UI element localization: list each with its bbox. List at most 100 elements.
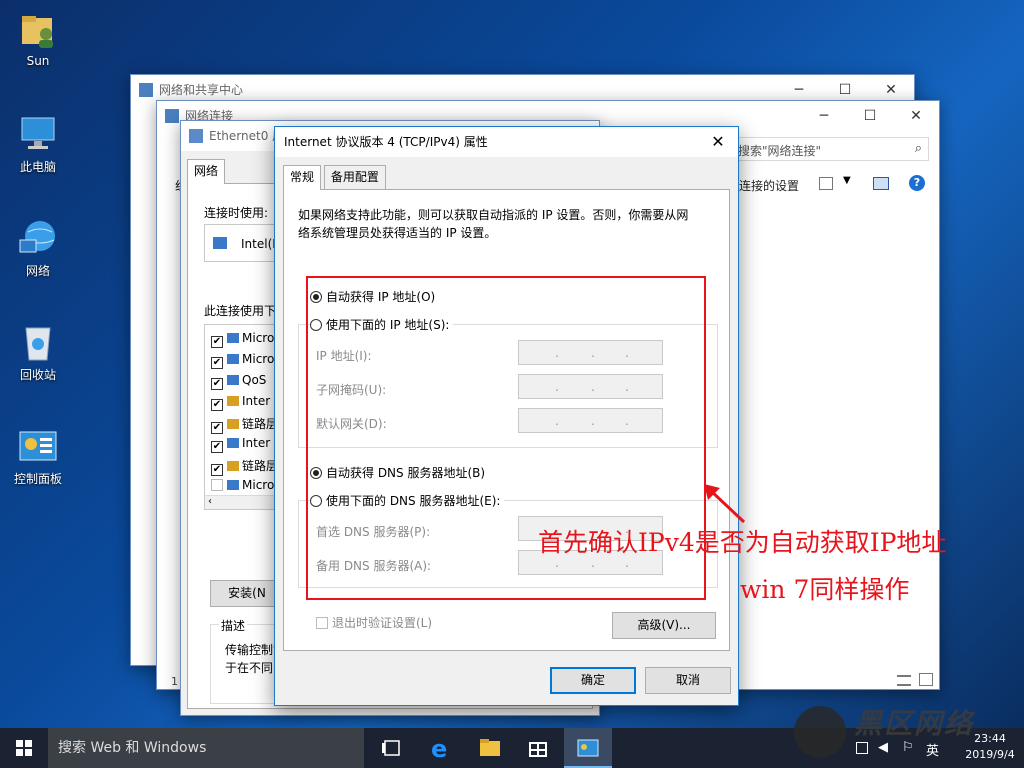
desktop-icon-label: 此电脑 xyxy=(19,160,56,174)
control-panel-icon xyxy=(577,739,599,757)
list-item[interactable]: ✔ Micro xyxy=(211,331,274,348)
items-list[interactable]: ✔ Micro ✔ Micro ✔ QoS ✔ Inter ✔ 链路层 ✔ Inter ✔ 链… xyxy=(204,324,284,510)
cancel-button[interactable]: 取消 xyxy=(645,667,731,694)
description-label: 描述 xyxy=(219,617,248,634)
help-icon[interactable]: ? xyxy=(909,175,925,191)
item-label: 链路层 xyxy=(242,417,279,431)
svg-text:e: e xyxy=(431,735,447,763)
search-input[interactable]: 搜索 Web 和 Windows xyxy=(58,740,206,756)
list-item[interactable]: ✔ Micro xyxy=(211,352,274,369)
file-explorer-button[interactable] xyxy=(466,728,514,768)
advanced-button[interactable]: 高级(V)... xyxy=(612,612,716,639)
list-item[interactable]: ✔ QoS xyxy=(211,373,266,390)
network-globe-icon xyxy=(18,218,58,258)
start-button[interactable] xyxy=(0,728,48,768)
taskbar: 搜索 Web 和 Windows e 黑区网络 ◀ ⚐ 英 23:44 2019… xyxy=(0,706,1024,768)
desktop-icon-label: 控制面板 xyxy=(13,472,62,486)
ok-button[interactable]: 确定 xyxy=(550,667,636,694)
clock[interactable]: 23:44 2019/9/4 xyxy=(962,731,1018,763)
preview-pane-icon[interactable] xyxy=(873,177,889,190)
desktop-icon-control-panel[interactable]: 控制面板 xyxy=(2,426,74,487)
tab-label: 网络 xyxy=(194,164,219,178)
window-title: 网络和共享中心 xyxy=(159,83,244,97)
list-item[interactable]: ✔ Inter xyxy=(211,436,270,453)
checkbox-checked[interactable]: ✔ xyxy=(211,378,223,390)
edge-browser-button[interactable]: e xyxy=(416,728,464,768)
tab-alternate-config[interactable]: 备用配置 xyxy=(323,165,386,189)
advanced-label: 高级(V)... xyxy=(637,618,691,632)
desktop-icon-network[interactable]: 网络 xyxy=(2,218,74,279)
cancel-label: 取消 xyxy=(675,673,700,687)
chevron-down-icon[interactable]: ▼ xyxy=(843,175,851,186)
network-icon xyxy=(139,83,153,97)
checkbox-checked[interactable]: ✔ xyxy=(211,464,223,476)
checkbox-checked[interactable]: ✔ xyxy=(211,422,223,434)
checkbox-checked[interactable]: ✔ xyxy=(211,336,223,348)
close-button[interactable]: ✕ xyxy=(698,127,738,157)
item-label: Micro xyxy=(242,352,275,366)
items-label: 此连接使用下列项目(O): xyxy=(204,304,280,318)
list-item[interactable]: ✔ 链路层 xyxy=(211,457,278,476)
taskbar-search[interactable]: 搜索 Web 和 Windows xyxy=(48,728,364,768)
close-button[interactable]: ✕ xyxy=(893,101,939,131)
desktop-icon-user[interactable]: Sun xyxy=(2,10,74,68)
status-count: 1 xyxy=(171,675,178,688)
list-item[interactable]: ✔ Inter xyxy=(211,394,270,411)
tray-flag-icon[interactable]: ⚐ xyxy=(902,740,914,755)
install-label: 安装(N xyxy=(228,586,266,600)
scroll-left-icon[interactable]: ‹ xyxy=(208,496,212,507)
horizontal-scrollbar[interactable]: ‹ xyxy=(205,495,283,509)
minimize-button[interactable]: ─ xyxy=(801,101,847,131)
clock-time: 23:44 xyxy=(974,732,1006,745)
edge-icon: e xyxy=(431,735,447,763)
desktop-icon-recycle-bin[interactable]: 回收站 xyxy=(2,322,74,383)
desktop-icon-computer[interactable]: 此电脑 xyxy=(2,114,74,175)
desktop-icon-label: 回收站 xyxy=(19,368,56,382)
install-button[interactable]: 安装(N xyxy=(210,580,284,607)
checkbox-checked[interactable]: ✔ xyxy=(211,399,223,411)
clock-date: 2019/9/4 xyxy=(965,748,1015,761)
search-input[interactable]: 搜索"网络连接" xyxy=(738,142,821,159)
annotation-line-1: 首先确认IPv4是否为自动获取IP地址 xyxy=(538,528,947,557)
dialog-tabs: 常规 备用配置 xyxy=(283,165,386,190)
info-text: 如果网络支持此功能，则可以获取自动指派的 IP 设置。否则，你需要从网 络系统管… xyxy=(298,206,718,242)
tab-network[interactable]: 网络 xyxy=(187,159,226,184)
recycle-bin-icon xyxy=(18,322,58,362)
tray-network-icon[interactable] xyxy=(856,742,868,754)
protocol-icon xyxy=(227,480,239,490)
checkbox-checked[interactable]: ✔ xyxy=(211,441,223,453)
details-view-icon[interactable] xyxy=(897,675,911,686)
checkbox-unchecked[interactable] xyxy=(316,617,328,629)
task-view-icon xyxy=(382,740,400,756)
search-icon[interactable]: ⌕ xyxy=(915,141,922,156)
tray-volume-icon[interactable]: ◀ xyxy=(878,740,888,755)
item-label: Inter xyxy=(242,394,271,408)
protocol-icon xyxy=(227,419,239,429)
tab-general[interactable]: 常规 xyxy=(283,165,322,190)
validate-label: 退出时验证设置(L) xyxy=(332,616,433,630)
task-view-button[interactable] xyxy=(368,728,416,768)
view-options-icon[interactable] xyxy=(819,177,833,190)
ok-label: 确定 xyxy=(580,673,605,687)
protocol-icon xyxy=(227,354,239,364)
info-text-line-1: 如果网络支持此功能，则可以获取自动指派的 IP 设置。否则，你需要从网 xyxy=(298,208,689,222)
control-panel-icon xyxy=(18,426,58,466)
protocol-icon xyxy=(227,396,239,406)
network-connections-taskbar-button[interactable] xyxy=(564,728,612,768)
watermark-logo-icon xyxy=(794,706,846,758)
protocol-icon xyxy=(227,375,239,385)
store-bag-icon xyxy=(529,742,547,757)
item-label: Micro xyxy=(242,478,275,492)
list-item[interactable]: Micro xyxy=(211,478,274,492)
adapter-icon xyxy=(213,237,227,249)
store-button[interactable] xyxy=(514,728,562,768)
dialog-titlebar: Internet 协议版本 4 (TCP/IPv4) 属性 ✕ xyxy=(275,127,738,157)
validate-checkbox[interactable]: 退出时验证设置(L) xyxy=(316,614,432,631)
checkbox-checked[interactable]: ✔ xyxy=(211,357,223,369)
checkbox-unchecked[interactable] xyxy=(211,479,223,491)
large-icons-view-icon[interactable] xyxy=(919,673,933,686)
list-item[interactable]: ✔ 链路层 xyxy=(211,415,278,434)
maximize-button[interactable]: ☐ xyxy=(847,101,893,131)
ime-indicator[interactable]: 英 xyxy=(926,740,939,759)
search-box[interactable]: 搜索"网络连接" ⌕ xyxy=(733,137,929,161)
